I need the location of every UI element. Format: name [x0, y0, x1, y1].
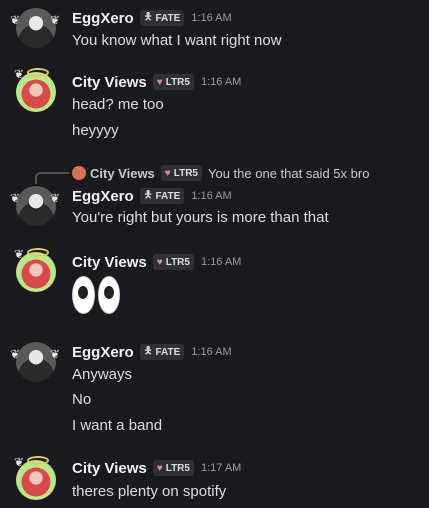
username[interactable]: City Views: [72, 254, 147, 271]
reply-text: You the one that said 5x bro: [208, 165, 370, 181]
wing-icon: ❦: [14, 455, 25, 469]
role-badge[interactable]: ♥ LTR5: [152, 254, 194, 270]
role-badge[interactable]: ♥ LTR5: [152, 460, 194, 476]
halo-icon: [27, 456, 49, 465]
figure-icon: 🯅: [143, 345, 153, 357]
eyes-emoji[interactable]: [72, 276, 120, 316]
username[interactable]: City Views: [72, 460, 147, 477]
username[interactable]: EggXero: [72, 344, 134, 361]
timestamp[interactable]: 1:16 AM: [191, 346, 231, 358]
wing-icon: ❦: [14, 247, 25, 261]
username[interactable]: EggXero: [72, 10, 134, 27]
halo-icon: [27, 68, 49, 77]
halo-icon: [27, 248, 49, 257]
message-text: No: [72, 391, 92, 408]
wing-icon: ❦: [50, 13, 61, 27]
eye-right: [97, 276, 120, 314]
reply-avatar: [72, 166, 86, 180]
wing-icon: ❦: [50, 347, 61, 361]
reply-preview[interactable]: City Views ♥ LTR5 You the one that said 5…: [72, 164, 369, 182]
timestamp[interactable]: 1:16 AM: [201, 76, 241, 88]
role-badge[interactable]: 🯅 FATE: [139, 10, 185, 26]
wing-icon: ❦: [10, 13, 21, 27]
timestamp[interactable]: 1:16 AM: [191, 12, 231, 24]
username[interactable]: EggXero: [72, 188, 134, 205]
heart-icon: ♥: [156, 256, 163, 268]
message-text: theres plenty on spotify: [72, 483, 227, 500]
message-text: head? me too: [72, 96, 164, 113]
role-badge[interactable]: 🯅 FATE: [139, 344, 185, 360]
timestamp[interactable]: 1:17 AM: [201, 462, 241, 474]
username[interactable]: City Views: [72, 74, 147, 91]
role-badge[interactable]: ♥ LTR5: [152, 74, 194, 90]
message-text: You're right but yours is more than that: [72, 209, 329, 226]
heart-icon: ♥: [156, 76, 163, 88]
figure-icon: 🯅: [143, 11, 153, 23]
reply-spine: [35, 172, 69, 184]
role-badge[interactable]: 🯅 FATE: [139, 188, 185, 204]
heart-icon: ♥: [156, 462, 163, 474]
role-badge: ♥ LTR5: [160, 165, 202, 181]
wing-icon: ❦: [10, 347, 21, 361]
eye-left: [72, 276, 95, 314]
wing-icon: ❦: [10, 191, 21, 205]
timestamp[interactable]: 1:16 AM: [191, 190, 231, 202]
wing-icon: ❦: [50, 191, 61, 205]
wing-icon: ❦: [14, 67, 25, 81]
message-text: Anyways: [72, 366, 133, 383]
message-text: You know what I want right now: [72, 32, 282, 49]
message-text: I want a band: [72, 417, 163, 434]
figure-icon: 🯅: [143, 189, 153, 201]
heart-icon: ♥: [164, 167, 171, 179]
reply-username[interactable]: City Views: [90, 166, 155, 181]
timestamp[interactable]: 1:16 AM: [201, 256, 241, 268]
message-text: heyyyy: [72, 122, 119, 139]
